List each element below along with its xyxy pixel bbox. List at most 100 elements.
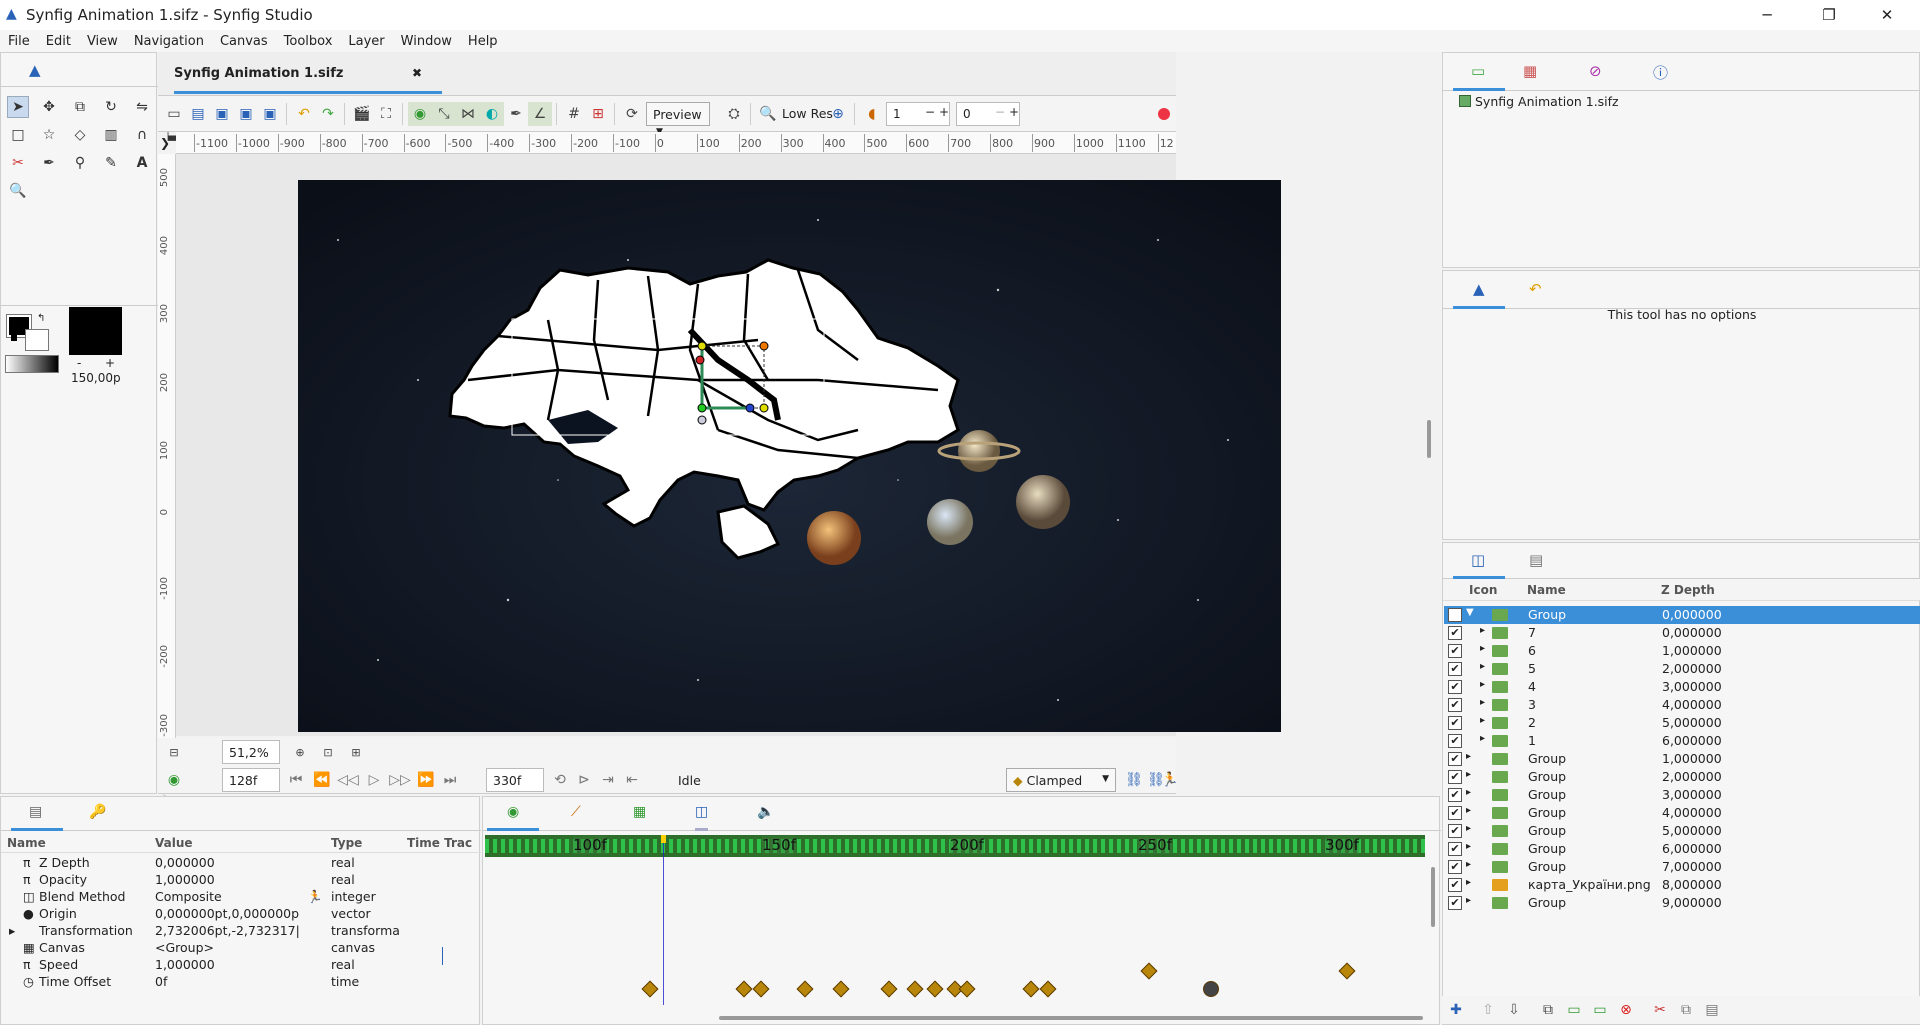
ungroup-layer-icon[interactable]: ▭	[1588, 998, 1612, 1022]
show-vertex-icon[interactable]: ⤡	[432, 102, 456, 126]
param-value[interactable]: Composite	[155, 889, 303, 904]
minimize-button[interactable]: ─	[1744, 0, 1790, 30]
layer-row[interactable]: ✔ ▸ 6 1,000000	[1444, 642, 1920, 660]
expand-arrow-icon[interactable]: ▸	[1480, 697, 1485, 708]
param-row[interactable]: π Opacity 1,000000 real	[1, 871, 391, 888]
show-tangent-icon[interactable]: ⋈	[456, 102, 480, 126]
save-icon[interactable]: ▣	[210, 102, 234, 126]
history-tab-icon[interactable]: ↶	[1529, 280, 1542, 298]
zoom-100-icon[interactable]: ⊞	[344, 740, 368, 764]
show-radius-icon[interactable]: ◐	[480, 102, 504, 126]
expand-arrow-icon[interactable]: ▼	[1466, 607, 1474, 618]
show-grid-icon[interactable]: #	[562, 102, 586, 126]
layer-visibility-checkbox[interactable]: ✔	[1448, 680, 1462, 694]
zoom-tool-icon[interactable]: 🔍	[7, 180, 29, 202]
layer-visibility-checkbox[interactable]: ✔	[1448, 896, 1462, 910]
snap-grid-icon[interactable]: ⊞	[586, 102, 610, 126]
skeleton-tool-icon[interactable]: ⚲	[69, 152, 91, 174]
draw-tool-icon[interactable]: ✒	[38, 152, 60, 174]
show-handles-icon[interactable]: ◉	[408, 102, 432, 126]
duplicate-layer-icon[interactable]: ⧉	[1536, 998, 1560, 1022]
onion-skin-icon[interactable]: ⛭	[722, 102, 746, 126]
layer-visibility-checkbox[interactable]: ✔	[1448, 824, 1462, 838]
param-type-icon[interactable]: ▸	[9, 923, 15, 938]
layer-row[interactable]: ✔ ▸ Group 6,000000	[1444, 840, 1920, 858]
ruler-toggle-icon[interactable]: ❯	[160, 136, 170, 150]
canvas-workarea[interactable]	[176, 154, 1281, 736]
angle-handle[interactable]	[745, 403, 755, 413]
params-header-name[interactable]: Name	[7, 836, 46, 850]
expand-arrow-icon[interactable]: ▸	[1480, 733, 1485, 744]
expand-arrow-icon[interactable]: ▸	[1480, 625, 1485, 636]
expand-arrow-icon[interactable]: ▸	[1466, 877, 1471, 888]
time-ruler[interactable]: 100f 150f 200f 250f 300f	[485, 835, 1425, 857]
layer-row[interactable]: ✔ ▸ Group 5,000000	[1444, 822, 1920, 840]
spline-tool-icon[interactable]: ∩	[131, 124, 153, 146]
library-tab-icon[interactable]: ▦	[1523, 62, 1537, 80]
add-layer-icon[interactable]: ✚	[1444, 998, 1468, 1022]
expand-arrow-icon[interactable]: ▸	[1466, 823, 1471, 834]
layer-row[interactable]: ✔ ▸ 4 3,000000	[1444, 678, 1920, 696]
rotate-tool-icon[interactable]: ↻	[100, 96, 122, 118]
animation-mode-icon[interactable]: ◉	[162, 768, 186, 792]
tool-options-tab-icon[interactable]: ▲	[1453, 271, 1505, 309]
params-tab-icon[interactable]: ▤	[11, 797, 63, 831]
seek-end-icon[interactable]: ⏭	[438, 768, 462, 792]
layer-row[interactable]: ✔ ▼ Group 0,000000	[1444, 606, 1920, 624]
param-row[interactable]: ● Origin 0,000000pt,0,000000p vector	[1, 905, 391, 922]
timetrack-horizontal-scrollbar[interactable]	[719, 1016, 1423, 1020]
keyframe-waypoint[interactable]	[926, 980, 944, 998]
expand-arrow-icon[interactable]: ▸	[1480, 661, 1485, 672]
undo-icon[interactable]: ↶	[292, 102, 316, 126]
origin-handle[interactable]	[697, 403, 707, 413]
sound-tab-icon[interactable]: 🔈	[757, 804, 774, 820]
param-value[interactable]: 2,732006pt,-2,732317|	[155, 923, 303, 938]
jump-end-icon[interactable]: ⇥	[596, 768, 620, 792]
param-row[interactable]: ◫ Blend Method Composite 🏃 integer	[1, 888, 391, 905]
group-layer-icon[interactable]: ▭	[1562, 998, 1586, 1022]
param-row[interactable]: π Z Depth 0,000000 real	[1, 854, 391, 871]
low-res-icon[interactable]: 🔍	[756, 102, 780, 126]
curves-tab-icon[interactable]: ⟋	[571, 804, 581, 820]
layer-visibility-checkbox[interactable]: ✔	[1448, 716, 1462, 730]
canvas-browser-item[interactable]: Synfig Animation 1.sifz	[1475, 94, 1619, 109]
keyframe-waypoint[interactable]	[735, 980, 753, 998]
seek-begin-icon[interactable]: ⏮	[284, 768, 308, 792]
reset-colors-icon[interactable]	[11, 335, 17, 341]
layer-visibility-checkbox[interactable]: ✔	[1448, 626, 1462, 640]
canvas-image[interactable]	[298, 180, 1281, 732]
end-frame-field[interactable]: 330f	[486, 768, 544, 792]
layer-visibility-checkbox[interactable]: ✔	[1448, 770, 1462, 784]
keyframe-waypoint[interactable]	[1140, 962, 1158, 980]
layer-visibility-checkbox[interactable]: ✔	[1448, 878, 1462, 892]
save-all-icon[interactable]: ▣	[258, 102, 282, 126]
rectangle-tool-icon[interactable]: □	[7, 124, 29, 146]
smooth-move-tool-icon[interactable]: ✥	[38, 96, 60, 118]
planet-orange[interactable]	[807, 511, 861, 565]
zoom-fit-icon[interactable]: ⊡	[316, 740, 340, 764]
width-handle[interactable]	[697, 415, 707, 425]
menu-view[interactable]: View	[79, 34, 126, 49]
params-header-timetrack[interactable]: Time Trac	[407, 836, 472, 850]
layer-visibility-checkbox[interactable]: ✔	[1448, 662, 1462, 676]
expand-arrow-icon[interactable]: ▸	[1480, 643, 1485, 654]
layer-row[interactable]: ✔ ▸ 3 4,000000	[1444, 696, 1920, 714]
maximize-button[interactable]: ❐	[1806, 0, 1852, 30]
expand-arrow-icon[interactable]: ▸	[1480, 715, 1485, 726]
params-header-type[interactable]: Type	[331, 836, 362, 850]
keyframe-waypoint[interactable]	[1039, 980, 1057, 998]
param-value[interactable]: <Group>	[155, 940, 303, 955]
expand-arrow-icon[interactable]: ▸	[1466, 859, 1471, 870]
layer-visibility-checkbox[interactable]: ✔	[1448, 842, 1462, 856]
layers-header-icon[interactable]: Icon	[1469, 583, 1497, 597]
vertex-handle[interactable]	[759, 403, 769, 413]
library-panel-tab-icon[interactable]: ◫	[695, 804, 709, 831]
raise-layer-icon[interactable]: ⇧	[1476, 998, 1500, 1022]
show-angle-icon[interactable]: ∠	[528, 102, 552, 126]
keyframe-waypoint[interactable]	[752, 980, 770, 998]
animation-figure-icon[interactable]: 🏃	[1158, 768, 1182, 792]
expand-arrow-icon[interactable]: ▸	[1466, 895, 1471, 906]
loop-icon[interactable]: ⟲	[548, 768, 572, 792]
canvas-metadata-tab-icon[interactable]: ▦	[633, 804, 646, 820]
document-tab-close-icon[interactable]: ✖	[412, 66, 422, 80]
